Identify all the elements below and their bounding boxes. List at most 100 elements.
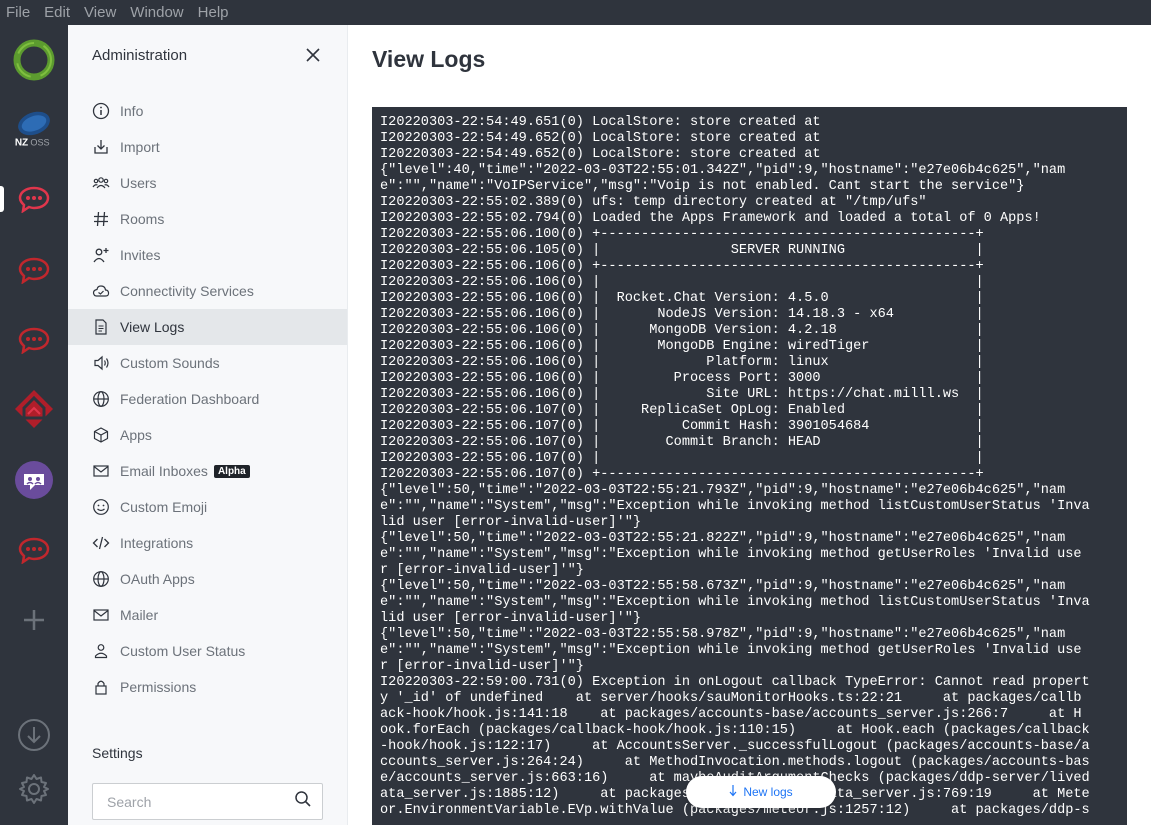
- sidebar-item-integrations[interactable]: Integrations: [68, 525, 347, 561]
- sidebar-item-label: OAuth Apps: [120, 571, 195, 587]
- emoji-icon: [92, 498, 110, 516]
- sidebar-item-users[interactable]: Users: [68, 165, 347, 201]
- lock-icon: [92, 678, 110, 696]
- log-line: I20220303-22:55:06.107(0) | |: [380, 451, 984, 466]
- add-server-icon[interactable]: [13, 599, 55, 641]
- sidebar-item-import[interactable]: Import: [68, 129, 347, 165]
- globe-icon: [92, 570, 110, 588]
- house-logo-icon[interactable]: [13, 388, 55, 430]
- log-line: I20220303-22:55:06.106(0) | MongoDB Engi…: [380, 339, 984, 354]
- rocketchat-icon[interactable]: [13, 249, 55, 291]
- sidebar-item-info[interactable]: Info: [68, 93, 347, 129]
- sidebar-item-custom-sounds[interactable]: Custom Sounds: [68, 345, 347, 381]
- sidebar-item-label: Invites: [120, 247, 161, 263]
- sidebar-header: Administration: [68, 25, 347, 85]
- log-line: I20220303-22:55:02.794(0) Loaded the App…: [380, 211, 1041, 226]
- log-line: I20220303-22:55:06.106(0) +-------------…: [380, 259, 984, 274]
- sidebar-item-label: Federation Dashboard: [120, 391, 260, 407]
- log-line: I20220303-22:55:06.106(0) | MongoDB Vers…: [380, 323, 984, 338]
- log-line: I20220303-22:59:00.731(0) Exception in o…: [380, 675, 1090, 690]
- sidebar-item-federation-dashboard[interactable]: Federation Dashboard: [68, 381, 347, 417]
- log-text: I20220303-22:54:49.651(0) LocalStore: st…: [380, 115, 1119, 819]
- log-line: I20220303-22:55:06.106(0) | NodeJS Versi…: [380, 307, 984, 322]
- menu-view[interactable]: View: [84, 4, 116, 21]
- rocketchat-icon[interactable]: [13, 319, 55, 361]
- log-line: r [error-invalid-user]'"}: [380, 659, 584, 674]
- log-line: {"level":50,"time":"2022-03-03T22:55:58.…: [380, 627, 1066, 642]
- sidebar-item-rooms[interactable]: Rooms: [68, 201, 347, 237]
- log-line: ack-hook/hook.js:141:18 at packages/acco…: [380, 707, 1082, 722]
- hashtag-icon: [92, 210, 110, 228]
- import-icon: [92, 138, 110, 156]
- log-line: ook.forEach (packages/callback-hook/hook…: [380, 723, 1090, 738]
- page-title: View Logs: [372, 46, 486, 72]
- log-line: e":"","name":"VoIPService","msg":"Voip i…: [380, 179, 1025, 194]
- sidebar-item-invites[interactable]: Invites: [68, 237, 347, 273]
- log-line: I20220303-22:55:06.100(0) +-------------…: [380, 227, 984, 242]
- sidebar-item-label: Custom Emoji: [120, 499, 208, 515]
- log-line: I20220303-22:54:49.652(0) LocalStore: st…: [380, 147, 821, 162]
- sidebar-item-label: View Logs: [120, 319, 185, 335]
- menu-window[interactable]: Window: [130, 4, 183, 21]
- svg-text:OSS: OSS: [30, 137, 49, 147]
- workspace-ring-icon[interactable]: [13, 39, 55, 81]
- user-plus-icon: [92, 246, 110, 264]
- sidebar-item-mailer[interactable]: Mailer: [68, 597, 347, 633]
- log-line: lid user [error-invalid-user]'"}: [380, 515, 642, 530]
- speaker-icon: [92, 354, 110, 372]
- log-line: -hook/hook.js:122:17) at AccountsServer.…: [380, 739, 1090, 754]
- settings-gear-icon[interactable]: [13, 768, 55, 810]
- sidebar-item-label: Connectivity Services: [120, 283, 254, 299]
- menu-file[interactable]: File: [6, 4, 30, 21]
- log-line: r [error-invalid-user]'"}: [380, 563, 584, 578]
- log-line: e":"","name":"System","msg":"Exception w…: [380, 547, 1082, 562]
- log-line: e":"","name":"System","msg":"Exception w…: [380, 595, 1090, 610]
- sidebar-item-oauth-apps[interactable]: OAuth Apps: [68, 561, 347, 597]
- info-icon: [92, 102, 110, 120]
- log-line: {"level":50,"time":"2022-03-03T22:55:21.…: [380, 483, 1066, 498]
- sidebar-item-custom-emoji[interactable]: Custom Emoji: [68, 489, 347, 525]
- search-input[interactable]: [107, 793, 294, 810]
- log-line: I20220303-22:54:49.652(0) LocalStore: st…: [380, 131, 821, 146]
- admin-nav: Info Import Users Rooms Invites Connecti…: [68, 93, 347, 705]
- arrow-down-icon: [729, 784, 737, 800]
- sidebar-item-apps[interactable]: Apps: [68, 417, 347, 453]
- sidebar-item-permissions[interactable]: Permissions: [68, 669, 347, 705]
- cube-icon: [92, 426, 110, 444]
- new-logs-label: New logs: [743, 785, 793, 799]
- log-line: I20220303-22:55:02.389(0) ufs: temp dire…: [380, 195, 927, 210]
- download-icon[interactable]: [13, 714, 55, 756]
- sidebar-title: Administration: [92, 46, 188, 64]
- main-content: View Logs I20220303-22:54:49.651(0) Loca…: [348, 25, 1151, 825]
- log-line: e":"","name":"System","msg":"Exception w…: [380, 643, 1082, 658]
- log-line: I20220303-22:54:49.651(0) LocalStore: st…: [380, 115, 821, 130]
- mail-icon: [92, 606, 110, 624]
- code-icon: [92, 534, 110, 552]
- close-icon[interactable]: [303, 45, 323, 65]
- log-line: lid user [error-invalid-user]'"}: [380, 611, 642, 626]
- sidebar-item-custom-user-status[interactable]: Custom User Status: [68, 633, 347, 669]
- sidebar-item-connectivity-services[interactable]: Connectivity Services: [68, 273, 347, 309]
- log-line: I20220303-22:55:06.107(0) +-------------…: [380, 467, 984, 482]
- sidebar-item-label: Info: [120, 103, 144, 119]
- mail-icon: [92, 462, 110, 480]
- log-line: ccounts_server.js:264:24) at MethodInvoc…: [380, 755, 1090, 770]
- menu-help[interactable]: Help: [198, 4, 229, 21]
- log-line: {"level":40,"time":"2022-03-03T22:55:01.…: [380, 163, 1066, 178]
- sidebar-item-view-logs[interactable]: View Logs: [68, 309, 347, 345]
- log-line: I20220303-22:55:06.107(0) | ReplicaSet O…: [380, 403, 984, 418]
- sidebar-item-label: Integrations: [120, 535, 194, 551]
- menu-edit[interactable]: Edit: [44, 4, 70, 21]
- rocketchat-icon[interactable]: [13, 178, 55, 220]
- nzoss-icon[interactable]: NZ OSS: [13, 107, 55, 149]
- globe-icon: [92, 390, 110, 408]
- group-chat-icon[interactable]: [13, 459, 55, 501]
- admin-sidebar: Administration Info Import Users Rooms I…: [68, 25, 348, 825]
- log-line: y '_id' of undefined at server/hooks/sau…: [380, 691, 1082, 706]
- new-logs-button[interactable]: New logs: [686, 776, 836, 808]
- sidebar-item-label: Email Inboxes: [120, 463, 208, 479]
- log-viewer[interactable]: I20220303-22:54:49.651(0) LocalStore: st…: [372, 107, 1127, 825]
- sidebar-item-email-inboxes[interactable]: Email Inboxes Alpha: [68, 453, 347, 489]
- search-icon[interactable]: [294, 790, 312, 813]
- rocketchat-icon[interactable]: [13, 529, 55, 571]
